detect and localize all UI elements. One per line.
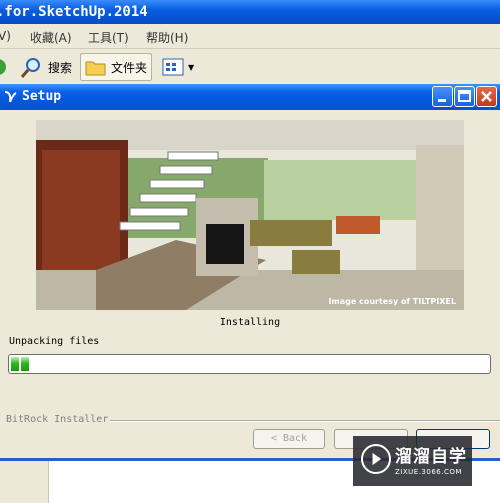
magnifier-icon xyxy=(20,58,40,78)
minimize-icon xyxy=(438,99,446,102)
dropdown-arrow-icon: ▼ xyxy=(188,62,195,72)
setup-title-bar[interactable]: Setup xyxy=(0,84,500,110)
setup-dialog: Setup Image courtesy of TILTPIXEL Instal… xyxy=(0,84,500,458)
install-step: Unpacking files xyxy=(9,336,100,347)
setup-title: Setup xyxy=(22,89,62,104)
views-button[interactable]: ▼ xyxy=(162,53,194,81)
close-button[interactable] xyxy=(476,86,497,107)
bitrock-app-icon xyxy=(4,91,17,103)
separator-line xyxy=(110,420,500,422)
views-icon xyxy=(162,58,184,76)
installer-brand: BitRock Installer xyxy=(6,414,109,425)
watermark-name: 溜溜自学 xyxy=(395,447,467,467)
progress-block xyxy=(21,357,29,371)
folder-icon xyxy=(85,61,106,76)
progress-fill xyxy=(11,357,29,371)
minimize-button[interactable] xyxy=(432,86,453,107)
menu-favorites[interactable]: 收藏(A) xyxy=(30,29,72,46)
search-label: 搜索 xyxy=(48,60,73,75)
install-progress-bar xyxy=(8,354,491,374)
watermark: 溜溜自学 ZIXUE.3066.COM xyxy=(353,436,472,486)
folders-button[interactable]: 文件夹 xyxy=(80,53,152,81)
back-button[interactable]: < Back xyxy=(253,429,325,449)
install-status: Installing xyxy=(219,317,281,328)
maximize-icon xyxy=(458,90,471,102)
explorer-menu-bar: V) 收藏(A) 工具(T) 帮助(H) xyxy=(0,24,500,49)
menu-view[interactable]: V) xyxy=(0,29,11,43)
play-logo-icon xyxy=(361,444,391,474)
menu-help[interactable]: 帮助(H) xyxy=(146,29,188,46)
explorer-toolbar: 搜索 文件夹 ▼ xyxy=(0,49,500,86)
maximize-button[interactable] xyxy=(454,86,475,107)
close-icon xyxy=(481,91,492,102)
search-button[interactable]: 搜索 xyxy=(20,53,72,81)
folders-label: 文件夹 xyxy=(111,60,148,75)
explorer-title: .for.SketchUp.2014 xyxy=(0,4,148,20)
image-credit: Image courtesy of TILTPIXEL xyxy=(328,297,456,306)
interior-banner-image: Image courtesy of TILTPIXEL xyxy=(36,120,464,310)
back-arrow-icon[interactable] xyxy=(0,53,8,81)
watermark-url: ZIXUE.3066.COM xyxy=(395,468,462,476)
explorer-title-bar: .for.SketchUp.2014 xyxy=(0,0,500,24)
progress-block xyxy=(11,357,19,371)
menu-tools[interactable]: 工具(T) xyxy=(88,29,129,46)
